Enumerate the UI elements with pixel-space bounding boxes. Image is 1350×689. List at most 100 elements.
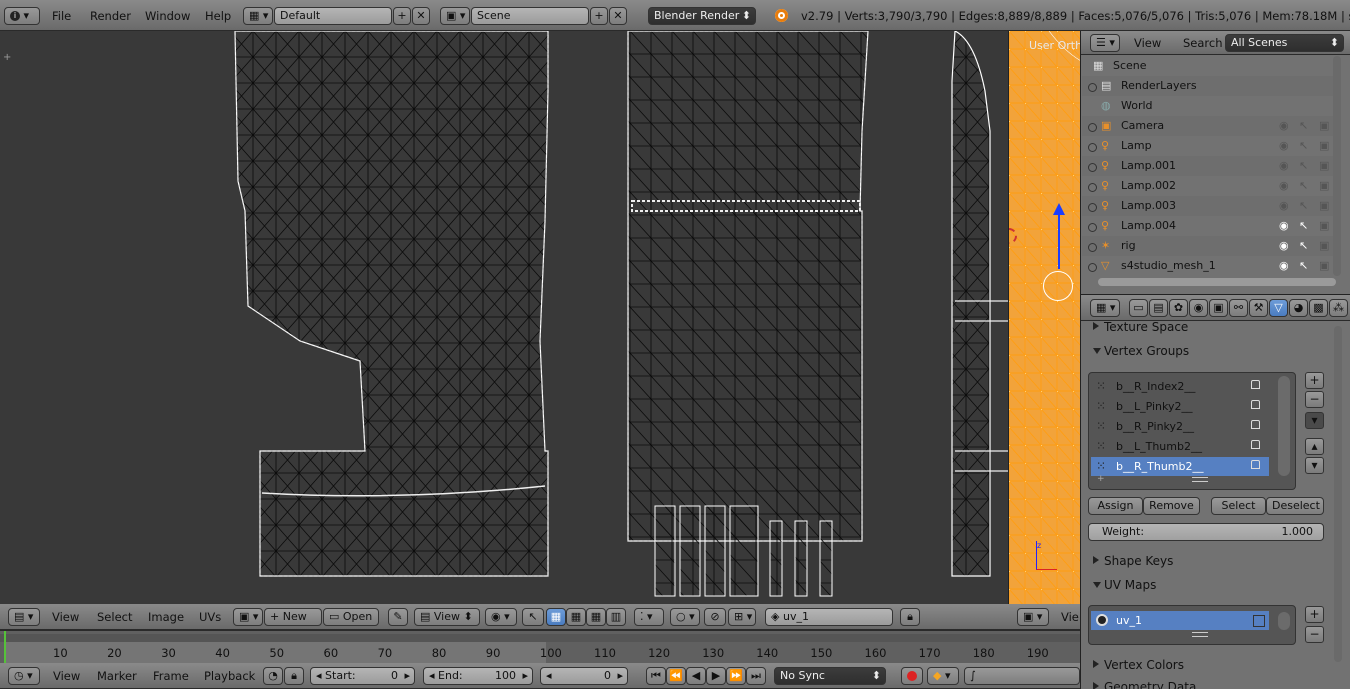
- jump-keyframe-next-button[interactable]: ⏩: [726, 667, 746, 685]
- jump-keyframe-prev-button[interactable]: ⏪: [666, 667, 686, 685]
- data-tab-icon[interactable]: ▽: [1269, 299, 1288, 317]
- eye-toggle-icon[interactable]: ◉: [1279, 159, 1289, 172]
- cursor-toggle-icon[interactable]: ↖: [1299, 159, 1308, 172]
- viewport-3d-view-menu[interactable]: Vie: [1061, 608, 1079, 626]
- cursor-toggle-icon[interactable]: ↖: [1299, 219, 1308, 232]
- outliner-item-s4studio-mesh-1[interactable]: ▽ s4studio_mesh_1 ◉ ↖ ▣: [1082, 256, 1340, 276]
- select-mode-edge[interactable]: ▦: [566, 608, 586, 626]
- section-vertex-groups[interactable]: Vertex Groups: [1088, 341, 1328, 361]
- outliner-item-lamp-003[interactable]: ♀ Lamp.003 ◉ ↖ ▣: [1082, 196, 1340, 216]
- weight-slider[interactable]: Weight: 1.000: [1088, 523, 1324, 541]
- cursor-toggle-icon[interactable]: ↖: [1299, 179, 1308, 192]
- jump-start-button[interactable]: ⏮: [646, 667, 666, 685]
- outliner-item-scene[interactable]: ▦ Scene: [1082, 56, 1340, 76]
- screen-layout-selector[interactable]: ▦ ▾: [243, 7, 273, 25]
- outliner-item-rig[interactable]: ✶ rig ◉ ↖ ▣: [1082, 236, 1340, 256]
- particles-tab-icon[interactable]: ⁂: [1329, 299, 1348, 317]
- eye-toggle-icon[interactable]: ◉: [1279, 239, 1289, 252]
- cursor-toggle-icon[interactable]: ↖: [1299, 199, 1308, 212]
- open-image-button[interactable]: ▭ Open: [323, 608, 379, 626]
- outliner-item-renderlayers[interactable]: ▤ RenderLayers: [1082, 76, 1340, 96]
- editor-type-3d-button[interactable]: ▣ ▾: [1017, 608, 1049, 626]
- vertex-group-row[interactable]: ⁙ b__R_Index2__: [1091, 377, 1269, 396]
- list-add-filter-icon[interactable]: +: [1097, 474, 1105, 484]
- lock-weight-icon[interactable]: [1251, 460, 1260, 469]
- move-group-down-button[interactable]: ▾: [1305, 457, 1324, 474]
- outliner-menu-view[interactable]: View: [1134, 34, 1161, 52]
- vertex-group-row[interactable]: ⁙ b__L_Pinky2__: [1091, 397, 1269, 416]
- keying-set-field[interactable]: ∫: [964, 667, 1080, 685]
- select-mode-vertex[interactable]: ▦: [546, 608, 566, 626]
- expand-icon[interactable]: [1088, 143, 1097, 152]
- editor-type-properties-button[interactable]: ▦ ▾: [1090, 299, 1120, 317]
- new-image-button[interactable]: + New: [264, 608, 322, 626]
- world-tab-icon[interactable]: ◉: [1189, 299, 1208, 317]
- cursor-toggle-icon[interactable]: ↖: [1299, 239, 1308, 252]
- eye-toggle-icon[interactable]: ◉: [1279, 199, 1289, 212]
- section-uv-maps[interactable]: UV Maps: [1088, 575, 1328, 595]
- render-toggle-icon[interactable]: ▣: [1319, 119, 1329, 132]
- scene-selector[interactable]: ▣ ▾: [440, 7, 470, 25]
- add-scene-button[interactable]: +: [590, 7, 608, 25]
- remove-button[interactable]: Remove: [1143, 497, 1200, 515]
- vertex-group-row[interactable]: ⁙ b__L_Thumb2__: [1091, 437, 1269, 456]
- pivot-selector[interactable]: ◉ ▾: [485, 608, 517, 626]
- scene-tab-icon[interactable]: ✿: [1169, 299, 1188, 317]
- expand-icon[interactable]: [1088, 183, 1097, 192]
- editor-type-outliner-button[interactable]: ☰ ▾: [1090, 34, 1120, 52]
- eye-toggle-icon[interactable]: ◉: [1279, 139, 1289, 152]
- view-mode-selector[interactable]: ▤ View ⬍: [414, 608, 480, 626]
- constraints-tab-icon[interactable]: ⚯: [1229, 299, 1248, 317]
- play-reverse-button[interactable]: ◀: [686, 667, 706, 685]
- outliner-item-lamp-004[interactable]: ♀ Lamp.004 ◉ ↖ ▣: [1082, 216, 1340, 236]
- remove-vertex-group-button[interactable]: −: [1305, 391, 1324, 408]
- display-mode-selector[interactable]: All Scenes ⬍: [1225, 34, 1344, 52]
- lock-weight-icon[interactable]: [1251, 440, 1260, 449]
- remove-scene-button[interactable]: ✕: [609, 7, 627, 25]
- eye-toggle-icon[interactable]: ◉: [1279, 179, 1289, 192]
- vertex-group-specials-button[interactable]: ▾: [1305, 412, 1324, 429]
- list-resize-handle[interactable]: [1192, 477, 1208, 482]
- timeline-scrollbar[interactable]: [0, 634, 1080, 642]
- eye-toggle-icon[interactable]: ◉: [1279, 259, 1289, 272]
- corner-plus-icon[interactable]: +: [3, 52, 11, 63]
- outliner-item-camera[interactable]: ▣ Camera ◉ ↖ ▣: [1082, 116, 1340, 136]
- add-uv-map-button[interactable]: +: [1305, 606, 1324, 623]
- outliner-item-lamp-001[interactable]: ♀ Lamp.001 ◉ ↖ ▣: [1082, 156, 1340, 176]
- timeline-menu-marker[interactable]: Marker: [97, 667, 137, 685]
- remove-layout-button[interactable]: ✕: [412, 7, 430, 25]
- lock-weight-icon[interactable]: [1251, 420, 1260, 429]
- section-texture-space[interactable]: Texture Space: [1088, 317, 1328, 337]
- timeline-menu-frame[interactable]: Frame: [153, 667, 189, 685]
- timeline-menu-view[interactable]: View: [53, 667, 80, 685]
- add-layout-button[interactable]: +: [393, 7, 411, 25]
- start-frame-field[interactable]: ◂ Start: 0 ▸: [310, 667, 415, 685]
- editor-type-uv-button[interactable]: ▤ ▾: [8, 608, 40, 626]
- remove-uv-map-button[interactable]: −: [1305, 626, 1324, 643]
- section-geometry-data[interactable]: Geometry Data: [1088, 677, 1328, 689]
- editor-type-timeline-button[interactable]: ◷ ▾: [8, 667, 40, 685]
- lock-range-button[interactable]: 🔒︎: [284, 667, 304, 685]
- outliner-item-lamp-002[interactable]: ♀ Lamp.002 ◉ ↖ ▣: [1082, 176, 1340, 196]
- record-button[interactable]: [901, 667, 923, 685]
- material-tab-icon[interactable]: ◕: [1289, 299, 1308, 317]
- screen-layout-name[interactable]: Default: [274, 7, 392, 25]
- play-button[interactable]: ▶: [706, 667, 726, 685]
- image-browse-button[interactable]: ▣ ▾: [233, 608, 263, 626]
- render-toggle-icon[interactable]: ▣: [1319, 139, 1329, 152]
- select-mode-face[interactable]: ▦: [586, 608, 606, 626]
- snap-element-selector[interactable]: ⊞ ▾: [728, 608, 756, 626]
- jump-end-button[interactable]: ⏭: [746, 667, 766, 685]
- manipulator-circle[interactable]: [1043, 271, 1073, 301]
- sticky-select-button[interactable]: ↖: [522, 608, 544, 626]
- expand-icon[interactable]: [1088, 163, 1097, 172]
- outliner-scrollbar[interactable]: [1333, 56, 1341, 276]
- render-toggle-icon[interactable]: ▣: [1319, 159, 1329, 172]
- add-vertex-group-button[interactable]: +: [1305, 372, 1324, 389]
- keying-set-selector[interactable]: ◆ ▾: [927, 667, 959, 685]
- properties-scrollbar[interactable]: [1334, 326, 1342, 662]
- expand-icon[interactable]: [1088, 243, 1097, 252]
- texture-tab-icon[interactable]: ▩: [1309, 299, 1328, 317]
- eye-toggle-icon[interactable]: ◉: [1279, 219, 1289, 232]
- outliner-menu-search[interactable]: Search: [1183, 34, 1223, 52]
